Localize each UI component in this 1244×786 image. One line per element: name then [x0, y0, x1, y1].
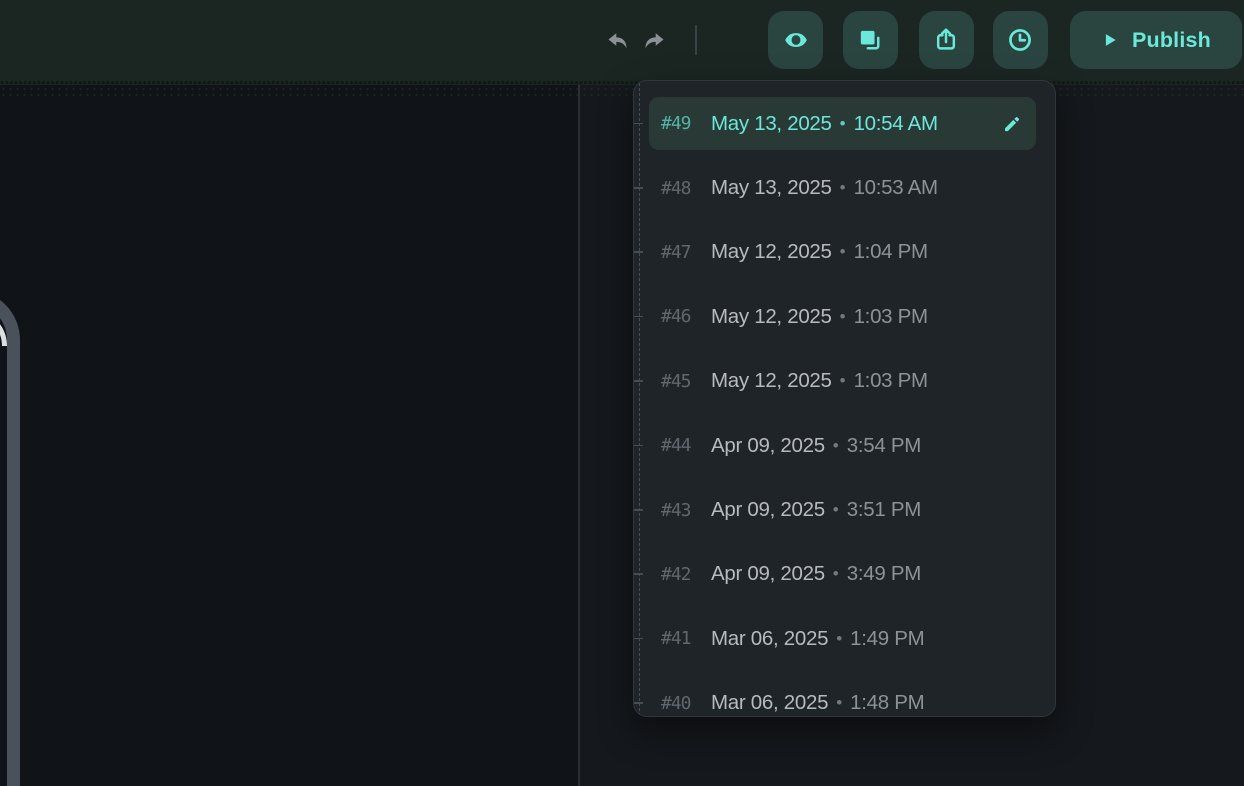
version-date: May 13, 2025 — [711, 112, 832, 136]
version-row-pill: #48 May 13, 2025 • 10:53 AM — [649, 162, 1036, 215]
version-date: Apr 09, 2025 — [711, 498, 825, 522]
version-row-pill: #46 May 12, 2025 • 1:03 PM — [649, 290, 1036, 343]
version-row-pill: #45 May 12, 2025 • 1:03 PM — [649, 355, 1036, 408]
version-number: #49 — [661, 113, 711, 134]
eye-icon — [782, 27, 810, 53]
separator-dot: • — [840, 242, 846, 262]
version-row[interactable]: #40 Mar 06, 2025 • 1:48 PM — [634, 671, 1055, 717]
version-time: 1:48 PM — [850, 691, 924, 715]
separator-dot: • — [840, 178, 846, 198]
canvas-area — [0, 85, 578, 786]
version-number: #41 — [661, 628, 711, 649]
edit-version-button[interactable] — [1002, 114, 1022, 134]
editor-window: Publish #49 May 13, 2025 • 10:54 AM #48 … — [0, 0, 1244, 786]
separator-dot: • — [833, 436, 839, 456]
version-history-dropdown: #49 May 13, 2025 • 10:54 AM #48 May 13, … — [633, 80, 1056, 717]
version-time: 1:49 PM — [850, 627, 924, 651]
toolbar-divider — [695, 25, 697, 55]
separator-dot: • — [833, 564, 839, 584]
version-time: 10:53 AM — [854, 176, 938, 200]
separator-dot: • — [836, 629, 842, 649]
redo-button[interactable] — [637, 25, 671, 57]
pencil-icon — [1002, 114, 1022, 134]
version-number: #43 — [661, 500, 711, 521]
version-row-pill: #41 Mar 06, 2025 • 1:49 PM — [649, 612, 1036, 665]
version-date: May 12, 2025 — [711, 240, 832, 264]
version-row-pill: #42 Apr 09, 2025 • 3:49 PM — [649, 548, 1036, 601]
version-number: #47 — [661, 242, 711, 263]
version-number: #45 — [661, 371, 711, 392]
version-row[interactable]: #44 Apr 09, 2025 • 3:54 PM — [634, 413, 1055, 477]
version-time: 1:03 PM — [854, 369, 928, 393]
version-date: Mar 06, 2025 — [711, 691, 828, 715]
canvas-dot-grid — [0, 86, 1244, 99]
separator-dot: • — [836, 693, 842, 713]
separator-dot: • — [840, 307, 846, 327]
version-row-pill: #40 Mar 06, 2025 • 1:48 PM — [649, 677, 1036, 717]
history-clock-icon — [1006, 26, 1034, 54]
version-row[interactable]: #41 Mar 06, 2025 • 1:49 PM — [634, 607, 1055, 671]
redo-icon — [642, 30, 667, 52]
version-date: Mar 06, 2025 — [711, 627, 828, 651]
version-time: 3:49 PM — [847, 562, 921, 586]
version-row[interactable]: #48 May 13, 2025 • 10:53 AM — [634, 156, 1055, 220]
duplicate-button[interactable] — [843, 11, 898, 69]
version-row[interactable]: #43 Apr 09, 2025 • 3:51 PM — [634, 478, 1055, 542]
version-date: May 12, 2025 — [711, 369, 832, 393]
version-number: #42 — [661, 564, 711, 585]
version-number: #40 — [661, 693, 711, 714]
version-number: #48 — [661, 178, 711, 199]
version-time: 3:51 PM — [847, 498, 921, 522]
version-date: Apr 09, 2025 — [711, 562, 825, 586]
version-number: #46 — [661, 306, 711, 327]
version-date: May 12, 2025 — [711, 305, 832, 329]
version-row[interactable]: #46 May 12, 2025 • 1:03 PM — [634, 285, 1055, 349]
play-icon — [1101, 31, 1119, 49]
version-row-pill: #47 May 12, 2025 • 1:04 PM — [649, 226, 1036, 279]
top-toolbar: Publish — [0, 0, 1244, 85]
separator-dot: • — [840, 114, 846, 134]
version-date: Apr 09, 2025 — [711, 434, 825, 458]
version-time: 10:54 AM — [854, 112, 938, 136]
version-row-pill: #44 Apr 09, 2025 • 3:54 PM — [649, 419, 1036, 472]
version-history-button[interactable] — [993, 11, 1048, 69]
share-icon — [932, 26, 960, 54]
version-row[interactable]: #49 May 13, 2025 • 10:54 AM — [634, 92, 1055, 156]
version-row-pill: #49 May 13, 2025 • 10:54 AM — [649, 97, 1036, 150]
version-row[interactable]: #42 Apr 09, 2025 • 3:49 PM — [634, 542, 1055, 606]
separator-dot: • — [840, 371, 846, 391]
version-time: 1:03 PM — [854, 305, 928, 329]
copy-icon — [857, 27, 884, 54]
version-number: #44 — [661, 435, 711, 456]
version-row-pill: #43 Apr 09, 2025 • 3:51 PM — [649, 484, 1036, 537]
share-button[interactable] — [919, 11, 974, 69]
undo-button[interactable] — [600, 25, 634, 57]
separator-dot: • — [833, 500, 839, 520]
version-row[interactable]: #47 May 12, 2025 • 1:04 PM — [634, 220, 1055, 284]
publish-label: Publish — [1132, 28, 1211, 53]
version-time: 1:04 PM — [854, 240, 928, 264]
version-row[interactable]: #45 May 12, 2025 • 1:03 PM — [634, 349, 1055, 413]
version-time: 3:54 PM — [847, 434, 921, 458]
undo-icon — [605, 30, 630, 52]
version-date: May 13, 2025 — [711, 176, 832, 200]
preview-button[interactable] — [768, 11, 823, 69]
version-list: #49 May 13, 2025 • 10:54 AM #48 May 13, … — [634, 92, 1055, 718]
publish-button[interactable]: Publish — [1070, 11, 1242, 69]
